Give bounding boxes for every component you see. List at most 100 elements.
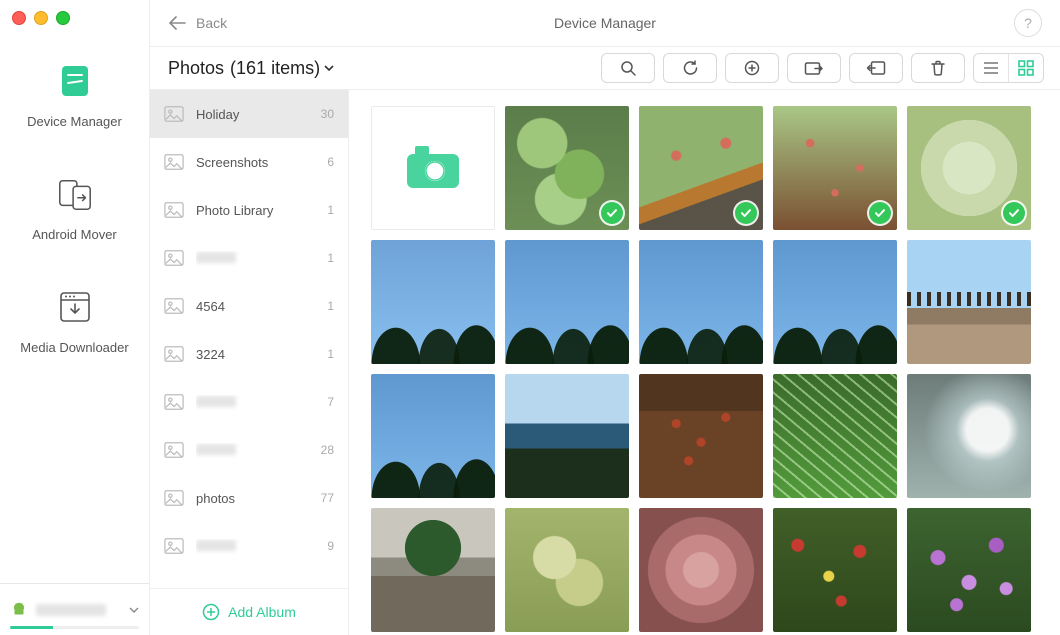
album-count: 6: [327, 155, 334, 169]
minimize-window-button[interactable]: [34, 11, 48, 25]
photo-thumbnail[interactable]: [371, 240, 495, 364]
album-item[interactable]: 28: [150, 426, 348, 474]
section-title-text: Photos: [168, 58, 224, 79]
window-controls: [12, 11, 70, 25]
photo-thumbnail[interactable]: [639, 374, 763, 498]
album-item[interactable]: Screenshots6: [150, 138, 348, 186]
rail-android-mover[interactable]: Android Mover: [0, 175, 149, 242]
photo-thumbnail[interactable]: [371, 374, 495, 498]
photo-thumbnail[interactable]: [505, 106, 629, 230]
rail-label: Media Downloader: [20, 340, 128, 355]
picture-icon: [164, 201, 184, 219]
album-item[interactable]: Photo Library 1: [150, 186, 348, 234]
export-button[interactable]: [787, 53, 841, 83]
section-count: (161 items): [230, 58, 320, 79]
back-button[interactable]: Back: [168, 15, 227, 31]
albums-sidebar: Holiday 30 Screenshots6 Photo Library 1 1 4564…: [150, 90, 349, 635]
main: Back Device Manager ? Photos (161 items): [150, 0, 1060, 635]
grid-view-button[interactable]: [1008, 54, 1043, 82]
picture-icon: [164, 105, 184, 123]
list-view-button[interactable]: [974, 54, 1008, 82]
help-button[interactable]: ?: [1014, 9, 1042, 37]
arrow-left-icon: [168, 16, 186, 30]
photo-grid-wrap: [349, 90, 1060, 635]
add-button[interactable]: [725, 53, 779, 83]
album-count: 7: [327, 395, 334, 409]
photo-thumbnail[interactable]: [907, 508, 1031, 632]
album-count: 30: [321, 107, 334, 121]
page-title: Device Manager: [150, 15, 1060, 31]
list-icon: [983, 61, 999, 75]
album-name: Holiday: [196, 107, 309, 122]
photo-thumbnail[interactable]: [505, 374, 629, 498]
album-name: 3224: [196, 347, 315, 362]
photo-thumbnail[interactable]: [773, 106, 897, 230]
album-name: Photo Library: [196, 203, 315, 218]
album-item[interactable]: 1: [150, 234, 348, 282]
maximize-window-button[interactable]: [56, 11, 70, 25]
selected-check-icon: [735, 202, 757, 224]
search-button[interactable]: [601, 53, 655, 83]
camera-icon: [405, 146, 461, 190]
selected-check-icon: [1003, 202, 1025, 224]
photo-thumbnail[interactable]: [907, 106, 1031, 230]
album-count: 1: [327, 203, 334, 217]
album-item[interactable]: 7: [150, 378, 348, 426]
album-count: 1: [327, 347, 334, 361]
album-item[interactable]: 3224 1: [150, 330, 348, 378]
photo-thumbnail[interactable]: [773, 374, 897, 498]
picture-icon: [164, 441, 184, 459]
send-device-icon: [866, 60, 886, 76]
picture-icon: [164, 249, 184, 267]
rail-media-downloader[interactable]: Media Downloader: [0, 288, 149, 355]
photo-thumbnail[interactable]: [639, 106, 763, 230]
picture-icon: [164, 537, 184, 555]
selected-check-icon: [869, 202, 891, 224]
album-item[interactable]: 45641: [150, 282, 348, 330]
album-name: photos: [196, 491, 309, 506]
photo-thumbnail[interactable]: [773, 240, 897, 364]
photo-thumbnail[interactable]: [907, 374, 1031, 498]
section-title[interactable]: Photos (161 items): [168, 58, 334, 79]
grid-icon: [1018, 60, 1034, 76]
content: Holiday 30 Screenshots6 Photo Library 1 1 4564…: [150, 90, 1060, 635]
storage-bar-fill: [10, 626, 53, 629]
photo-thumbnail[interactable]: [639, 508, 763, 632]
chevron-down-icon: [324, 63, 334, 73]
photo-thumbnail[interactable]: [773, 508, 897, 632]
delete-button[interactable]: [911, 53, 965, 83]
rail-device-manager[interactable]: Device Manager: [0, 62, 149, 129]
add-album-button[interactable]: Add Album: [150, 588, 348, 635]
media-downloader-icon: [56, 288, 94, 326]
photo-thumbnail[interactable]: [371, 508, 495, 632]
header-row: Photos (161 items): [150, 47, 1060, 90]
photo-thumbnail[interactable]: [505, 508, 629, 632]
storage-bar: [10, 626, 139, 629]
back-label: Back: [196, 15, 227, 31]
photo-thumbnail[interactable]: [505, 240, 629, 364]
close-window-button[interactable]: [12, 11, 26, 25]
album-item[interactable]: 9: [150, 522, 348, 570]
picture-icon: [164, 489, 184, 507]
plus-circle-icon: [744, 60, 760, 76]
search-icon: [620, 60, 636, 76]
add-photo-tile[interactable]: [371, 106, 495, 230]
picture-icon: [164, 297, 184, 315]
picture-icon: [164, 393, 184, 411]
android-mover-icon: [56, 175, 94, 213]
album-item[interactable]: Holiday 30: [150, 90, 348, 138]
rail-label: Device Manager: [27, 114, 122, 129]
refresh-button[interactable]: [663, 53, 717, 83]
chevron-down-icon: [129, 605, 139, 615]
album-count: 77: [321, 491, 334, 505]
export-icon: [804, 60, 824, 76]
photo-thumbnail[interactable]: [907, 240, 1031, 364]
picture-icon: [164, 345, 184, 363]
rail-label: Android Mover: [32, 227, 117, 242]
album-count: 1: [327, 251, 334, 265]
device-status[interactable]: xxxxx: [0, 583, 149, 635]
send-to-device-button[interactable]: [849, 53, 903, 83]
album-item[interactable]: photos 77: [150, 474, 348, 522]
album-count: 9: [327, 539, 334, 553]
photo-thumbnail[interactable]: [639, 240, 763, 364]
